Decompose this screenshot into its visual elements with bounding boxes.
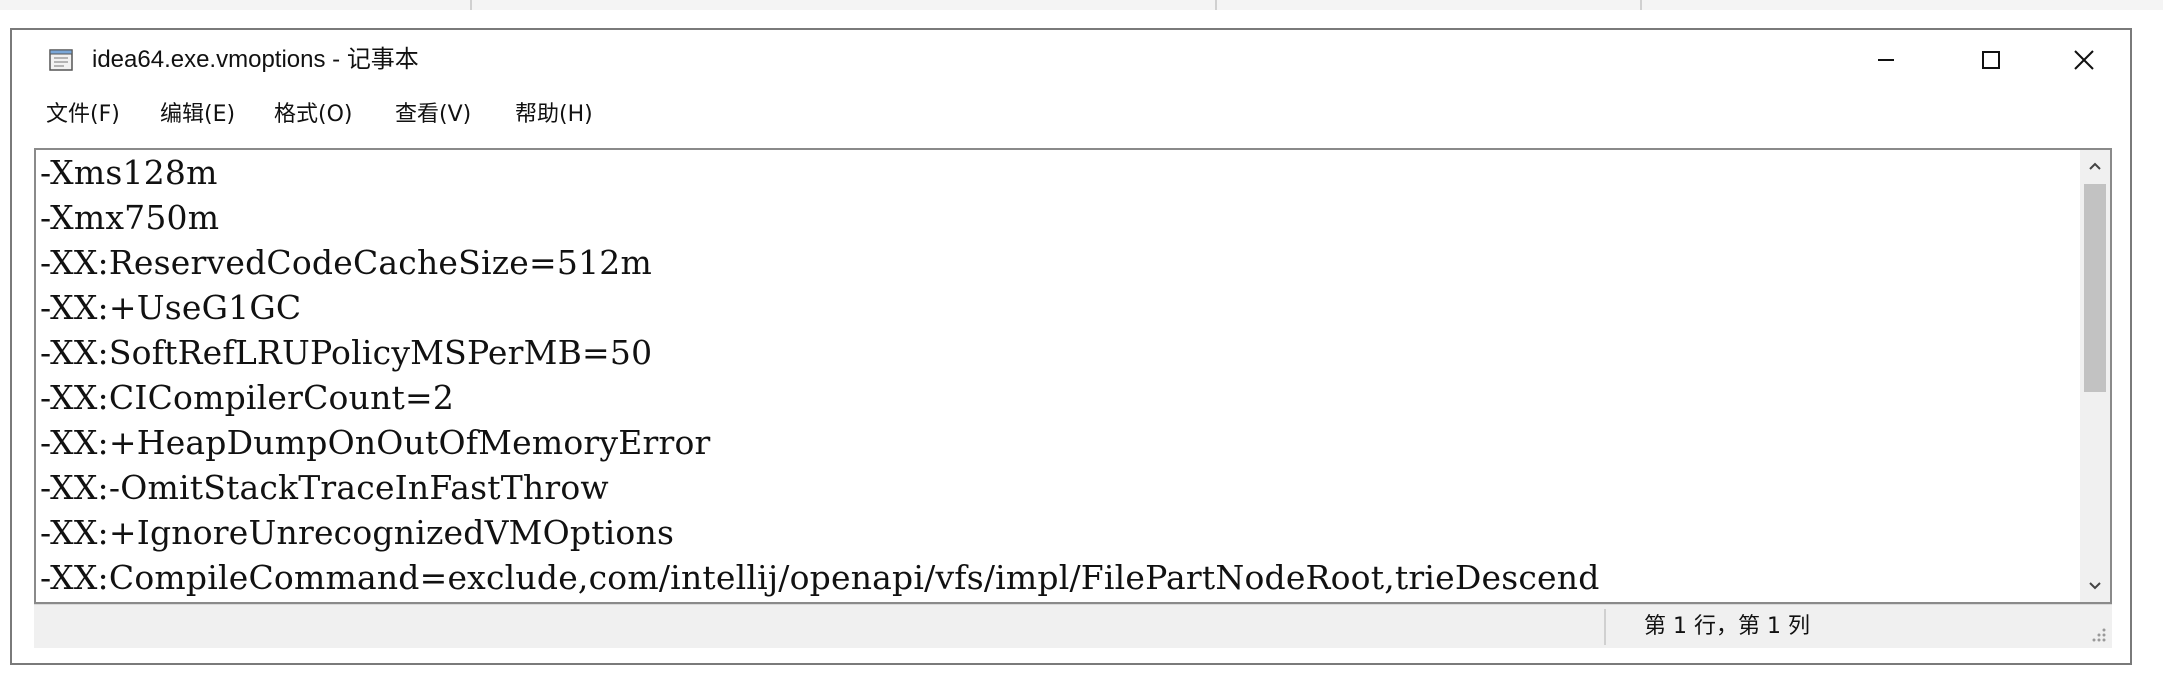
- scrollbar-thumb[interactable]: [2084, 184, 2106, 392]
- menu-view[interactable]: 查看(V): [395, 100, 471, 130]
- notepad-icon: [49, 49, 73, 71]
- editor-line: -XX:-OmitStackTraceInFastThrow: [40, 468, 609, 507]
- status-divider: [1604, 609, 1606, 645]
- editor-line: -XX:ReservedCodeCacheSize=512m: [40, 243, 652, 282]
- vertical-scrollbar[interactable]: [2080, 150, 2110, 602]
- close-button[interactable]: [2040, 30, 2128, 90]
- maximize-icon: [1982, 51, 2000, 69]
- scroll-down-button[interactable]: [2080, 570, 2110, 602]
- editor-line: -XX:+UseG1GC: [40, 288, 302, 327]
- menu-format[interactable]: 格式(O): [274, 100, 352, 130]
- editor-line: -Xms128m: [40, 153, 218, 192]
- menu-file[interactable]: 文件(F): [46, 100, 120, 130]
- minimize-icon: [1878, 59, 1894, 61]
- editor-text-area[interactable]: -Xms128m -Xmx750m -XX:ReservedCodeCacheS…: [40, 150, 2070, 602]
- background-strip: [0, 0, 2163, 10]
- close-icon: [2074, 50, 2094, 70]
- editor-line: -XX:SoftRefLRUPolicyMSPerMB=50: [40, 333, 653, 372]
- editor-line: -XX:CompileCommand=exclude,com/intellij/…: [40, 558, 1600, 597]
- notepad-window: idea64.exe.vmoptions - 记事本 文件(F) 编辑(E) 格…: [10, 28, 2132, 665]
- cursor-position: 第 1 行，第 1 列: [1644, 614, 1810, 639]
- status-bar: 第 1 行，第 1 列: [34, 604, 2112, 648]
- editor-line: -Xmx750m: [40, 198, 220, 237]
- menu-bar: 文件(F) 编辑(E) 格式(O) 查看(V) 帮助(H): [12, 96, 2130, 136]
- menu-edit[interactable]: 编辑(E): [160, 100, 235, 130]
- menu-help[interactable]: 帮助(H): [515, 100, 593, 130]
- minimize-button[interactable]: [1842, 30, 1930, 90]
- editor-line: -XX:+HeapDumpOnOutOfMemoryError: [40, 423, 711, 462]
- text-editor[interactable]: -Xms128m -Xmx750m -XX:ReservedCodeCacheS…: [34, 148, 2112, 604]
- scroll-up-button[interactable]: [2080, 150, 2110, 182]
- window-title: idea64.exe.vmoptions - 记事本: [92, 46, 419, 73]
- resize-grip-icon[interactable]: [2088, 624, 2108, 644]
- chevron-up-icon: [2089, 162, 2101, 170]
- editor-line: -XX:+IgnoreUnrecognizedVMOptions: [40, 513, 675, 552]
- maximize-button[interactable]: [1947, 30, 2035, 90]
- chevron-down-icon: [2089, 582, 2101, 590]
- title-bar[interactable]: idea64.exe.vmoptions - 记事本: [12, 30, 2130, 90]
- editor-line: -XX:CICompilerCount=2: [40, 378, 455, 417]
